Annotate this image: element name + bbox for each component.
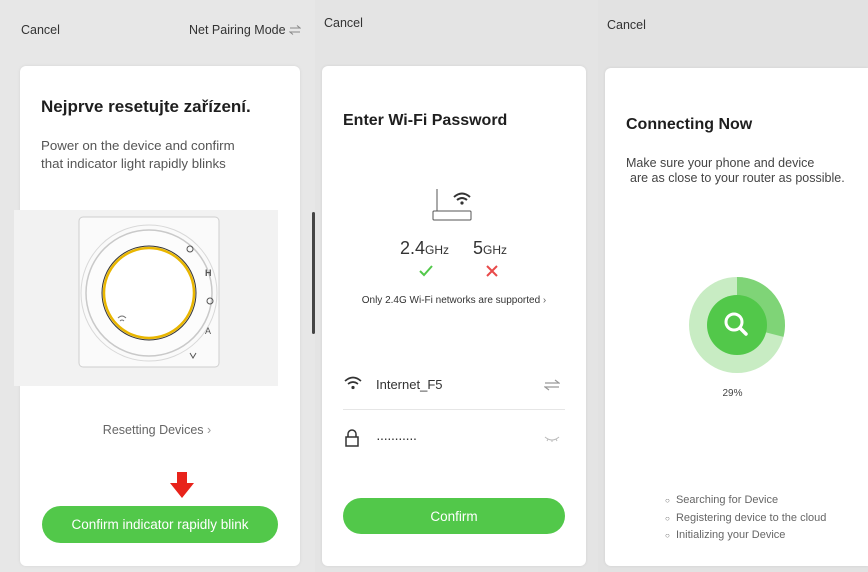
- band-5-value: 5: [473, 238, 484, 258]
- band-24ghz: 2.4GHz: [400, 238, 449, 259]
- instruction-line-1: Power on the device and confirm: [41, 138, 235, 153]
- password-field[interactable]: ···········: [376, 430, 417, 446]
- chevron-right-icon: ›: [207, 423, 212, 437]
- connecting-card: Connecting Now Make sure your phone and …: [605, 68, 868, 566]
- instruction-line-2: are as close to your router as possible.: [630, 171, 845, 185]
- switch-network-icon[interactable]: [544, 379, 560, 391]
- device-image: H A: [14, 210, 278, 386]
- resetting-devices-link[interactable]: Resetting Devices ›: [20, 423, 294, 437]
- cancel-button[interactable]: Cancel: [324, 16, 363, 30]
- status-steps: ○ Searching for Device ○ Registering dev…: [665, 492, 826, 545]
- bullet-icon: ○: [665, 531, 670, 540]
- step-label: Searching for Device: [675, 494, 779, 506]
- check-icon: [419, 265, 433, 277]
- progress-ring: [689, 277, 785, 373]
- wifi-icon: [344, 376, 362, 390]
- page-title: Nejprve resetujte zařízení.: [41, 97, 251, 116]
- cancel-button[interactable]: Cancel: [607, 18, 646, 32]
- device-label-h: H: [205, 268, 212, 278]
- eye-closed-icon[interactable]: [544, 435, 560, 443]
- band-5-unit: GHz: [483, 243, 508, 257]
- panel-connecting: Cancel Connecting Now Make sure your pho…: [598, 0, 868, 572]
- net-pairing-mode-button[interactable]: Net Pairing Mode: [189, 23, 301, 37]
- band-notice-link[interactable]: Only 2.4G Wi-Fi networks are supported ›: [322, 295, 586, 306]
- page-title: Enter Wi-Fi Password: [343, 112, 508, 129]
- progress-percent: 29%: [722, 388, 743, 399]
- instruction-line-2: that indicator light rapidly blinks: [41, 156, 226, 171]
- bullet-icon: ○: [665, 496, 670, 505]
- panel-reset-device: Cancel Net Pairing Mode Nejprve resetujt…: [0, 0, 314, 572]
- red-arrow-icon: [170, 472, 194, 498]
- step-label: Registering device to the cloud: [675, 511, 827, 524]
- step-initializing: ○ Initializing your Device: [665, 527, 826, 545]
- net-pairing-mode-label: Net Pairing Mode: [189, 23, 286, 37]
- chevron-right-icon: ›: [542, 295, 547, 306]
- bullet-icon: ○: [665, 513, 670, 523]
- device-label-a: A: [205, 326, 211, 336]
- lock-icon: [345, 429, 359, 447]
- panel-wifi-password: Cancel Enter Wi-Fi Password 2.4GHz 5GHz …: [315, 0, 598, 572]
- confirm-button[interactable]: Confirm: [343, 498, 565, 534]
- instruction-text: Make sure your phone and device are as c…: [626, 156, 845, 186]
- top-bar: Cancel Net Pairing Mode: [0, 0, 314, 60]
- band-24-unit: GHz: [425, 243, 450, 257]
- divider: [343, 409, 565, 410]
- cross-icon: [486, 265, 498, 277]
- band-5ghz: 5GHz: [473, 238, 507, 259]
- page-title: Connecting Now: [626, 116, 753, 133]
- router-icon: [432, 189, 472, 221]
- band-notice-text: Only 2.4G Wi-Fi networks are supported: [361, 295, 541, 306]
- step-searching: ○ Searching for Device: [665, 492, 826, 510]
- step-label: Initializing your Device: [675, 529, 786, 541]
- top-bar: Cancel: [315, 0, 598, 60]
- band-24-value: 2.4: [400, 238, 426, 258]
- step-registering: ○ Registering device to the cloud: [665, 510, 826, 528]
- cancel-button[interactable]: Cancel: [21, 23, 60, 37]
- wifi-card: Enter Wi-Fi Password 2.4GHz 5GHz Only 2.…: [322, 66, 586, 566]
- resetting-devices-label: Resetting Devices: [102, 423, 204, 437]
- thermostat-illustration: H A: [78, 216, 220, 368]
- ssid-field[interactable]: Internet_F5: [376, 377, 443, 392]
- instruction-text: Power on the device and confirm that ind…: [41, 137, 291, 173]
- reset-card: Nejprve resetujte zařízení. Power on the…: [14, 66, 300, 566]
- instruction-line-1: Make sure your phone and device: [626, 156, 815, 170]
- confirm-blink-button[interactable]: Confirm indicator rapidly blink: [42, 506, 278, 543]
- switch-arrows-icon: [288, 25, 301, 35]
- top-bar: Cancel: [598, 0, 868, 60]
